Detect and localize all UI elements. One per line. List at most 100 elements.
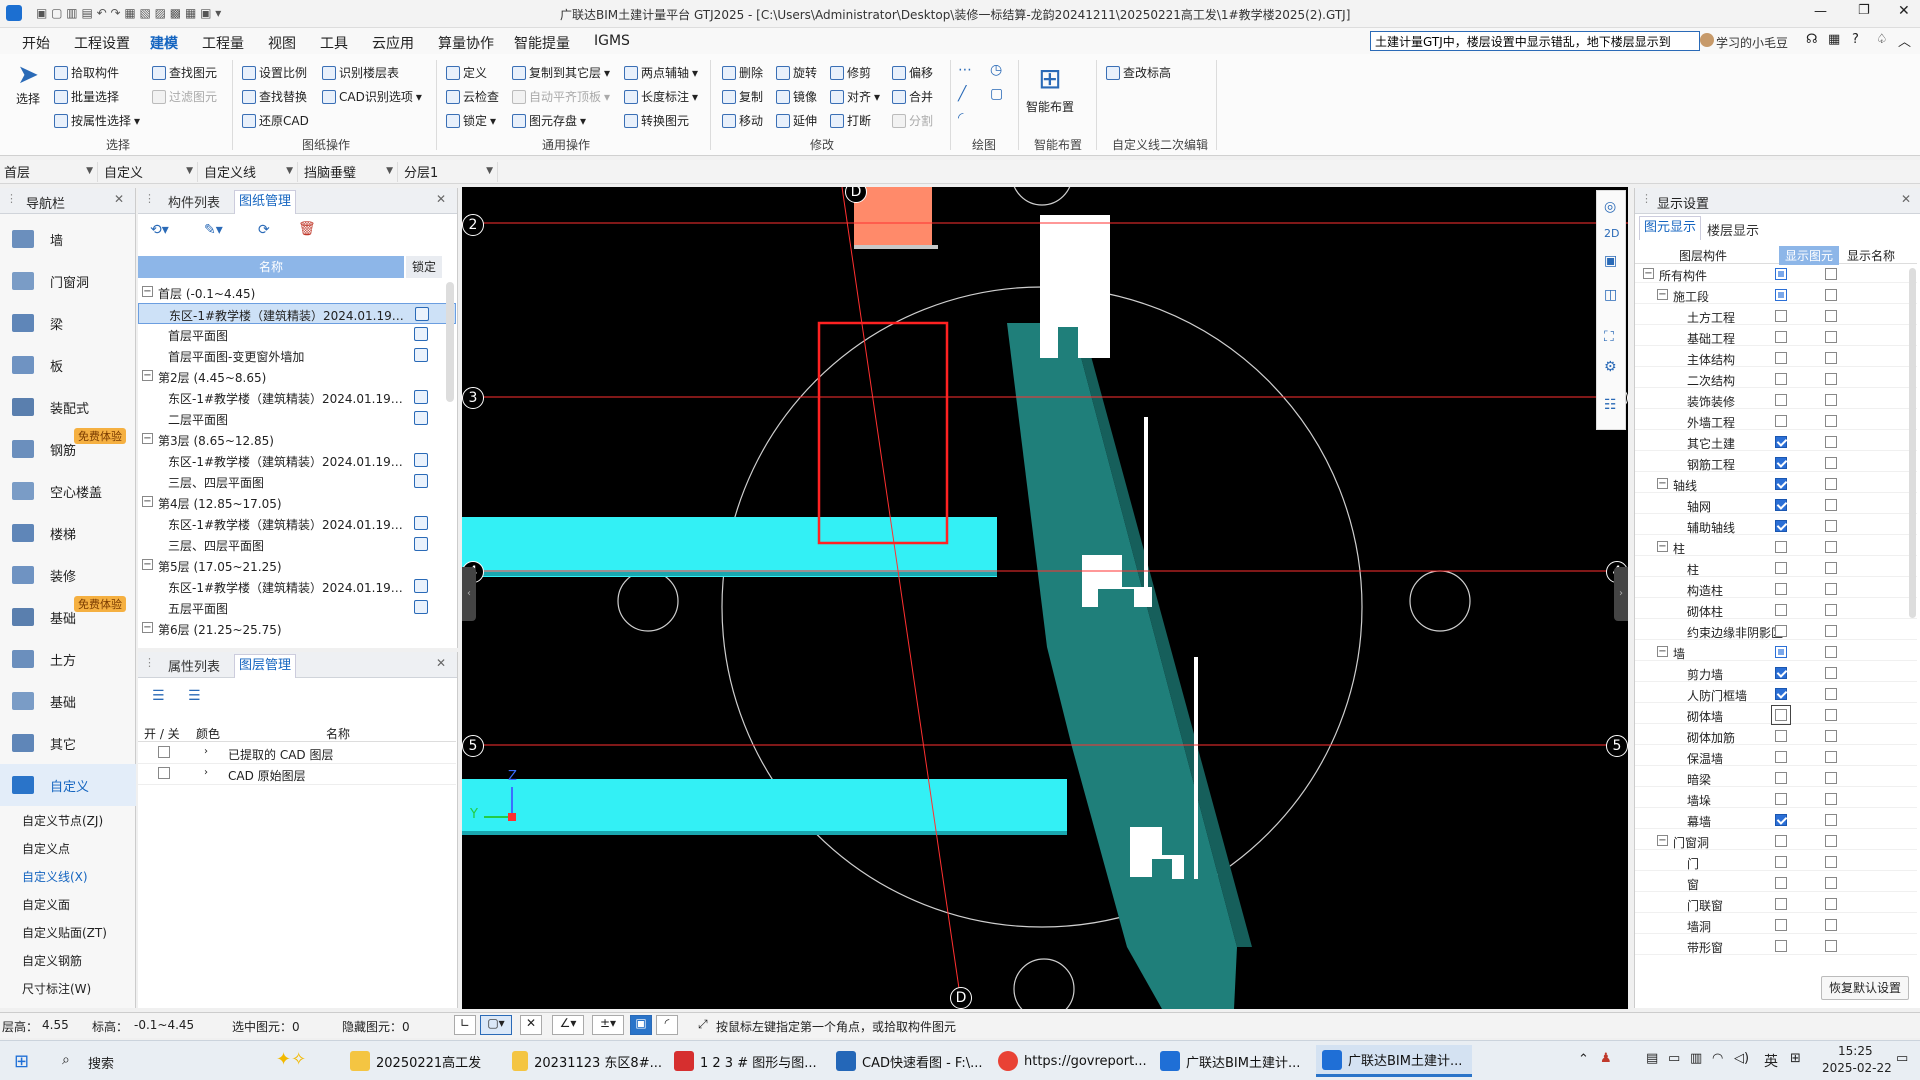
tab-properties[interactable]: 属性列表 <box>168 656 220 675</box>
show-element-checkbox[interactable] <box>1775 310 1787 322</box>
split-button[interactable]: 分割 <box>892 112 933 129</box>
taskbar-cad-viewer[interactable]: CAD快速看图 - F:\... <box>830 1045 986 1077</box>
drag-handle-icon[interactable]: ⋮ <box>144 656 155 669</box>
nav-item-beam[interactable]: 梁 <box>0 302 136 344</box>
collapse-icon[interactable]: − <box>1643 268 1654 279</box>
restore-icon[interactable]: ❐ <box>1858 3 1870 18</box>
batch-select-button[interactable]: 批量选择 <box>54 88 119 105</box>
menu-igms[interactable]: IGMS <box>594 33 630 49</box>
lock-icon[interactable] <box>414 390 428 404</box>
show-element-checkbox[interactable] <box>1775 394 1787 406</box>
tray-wifi-icon[interactable]: ◠ <box>1712 1051 1723 1066</box>
identify-floor-table-button[interactable]: 识别楼层表 <box>322 64 399 81</box>
display-row[interactable]: 墙垛 <box>1635 791 1917 808</box>
type-select[interactable]: 自定义线 ▼ <box>202 162 298 182</box>
show-name-checkbox[interactable] <box>1825 478 1837 490</box>
drawing-row[interactable]: 东区-1#教学楼（建筑精装）2024.01.19_... <box>138 450 456 471</box>
category-select[interactable]: 自定义 ▼ <box>102 162 198 182</box>
tab-floor-display[interactable]: 楼层显示 <box>1707 220 1759 239</box>
lock-icon[interactable] <box>414 453 428 467</box>
show-name-checkbox[interactable] <box>1825 331 1837 343</box>
show-name-checkbox[interactable] <box>1825 394 1837 406</box>
skin-icon[interactable]: ♤ <box>1876 32 1888 47</box>
layer-row[interactable]: › 已提取的 CAD 图层 <box>138 744 456 764</box>
display-row[interactable]: − 柱 <box>1635 539 1917 556</box>
display-row[interactable]: − 墙 <box>1635 644 1917 661</box>
rotate-button[interactable]: 旋转 <box>776 64 817 81</box>
menu-smart-extract[interactable]: 智能提量 <box>514 33 570 53</box>
headset-icon[interactable]: ☊ <box>1806 32 1818 47</box>
select-big-button[interactable]: ➤ 选择 <box>12 60 44 116</box>
show-name-checkbox[interactable] <box>1825 373 1837 385</box>
show-name-checkbox[interactable] <box>1825 730 1837 742</box>
menu-project-settings[interactable]: 工程设置 <box>74 33 130 53</box>
display-row[interactable]: − 轴线 <box>1635 476 1917 493</box>
calendar-icon[interactable]: ▦ <box>1828 32 1840 47</box>
show-element-checkbox[interactable] <box>1775 499 1787 511</box>
floor-select[interactable]: 首层 ▼ <box>2 162 98 182</box>
display-row[interactable]: 外墙工程 <box>1635 413 1917 430</box>
menu-quantity[interactable]: 工程量 <box>202 33 244 53</box>
show-name-checkbox[interactable] <box>1825 772 1837 784</box>
collapse-icon[interactable]: − <box>1657 835 1668 846</box>
cube-view-icon[interactable]: ◫ <box>1604 287 1617 303</box>
menu-start[interactable]: 开始 <box>22 33 50 53</box>
menu-view[interactable]: 视图 <box>268 33 296 53</box>
display-row[interactable]: 砌体柱 <box>1635 602 1917 619</box>
nav-item-rebar[interactable]: 钢筋 免费体验 <box>0 428 136 470</box>
drawing-row[interactable]: 二层平面图 <box>138 408 456 429</box>
show-element-checkbox[interactable] <box>1775 793 1787 805</box>
show-name-checkbox[interactable] <box>1825 877 1837 889</box>
show-name-checkbox[interactable] <box>1825 499 1837 511</box>
layer-toggle-checkbox[interactable] <box>158 767 170 779</box>
show-name-checkbox[interactable] <box>1825 667 1837 679</box>
show-element-checkbox[interactable] <box>1775 373 1787 385</box>
display-row[interactable]: 窗 <box>1635 875 1917 892</box>
pick-component-button[interactable]: 拾取构件 <box>54 64 119 81</box>
drag-handle-icon[interactable]: ⋮ <box>1641 192 1652 205</box>
tab-layer-management[interactable]: 图层管理 <box>234 654 297 678</box>
display-row[interactable]: 主体结构 <box>1635 350 1917 367</box>
nav-item-foundation[interactable]: 基础 <box>0 680 136 722</box>
delete-button[interactable]: 删除 <box>722 64 763 81</box>
move-button[interactable]: 移动 <box>722 112 763 129</box>
display-row[interactable]: − 门窗洞 <box>1635 833 1917 850</box>
2d-view-icon[interactable]: 2D <box>1604 227 1619 240</box>
show-element-checkbox[interactable] <box>1775 457 1787 469</box>
display-row[interactable]: 其它土建 <box>1635 434 1917 451</box>
show-name-checkbox[interactable] <box>1825 268 1837 280</box>
tray-display-icon[interactable]: ▭ <box>1668 1051 1680 1066</box>
collapse-icon[interactable]: − <box>142 559 153 570</box>
display-row[interactable]: 钢筋工程 <box>1635 455 1917 472</box>
show-element-checkbox[interactable] <box>1775 352 1787 364</box>
trim-button[interactable]: 修剪 <box>830 64 871 81</box>
show-element-checkbox[interactable] <box>1775 289 1787 301</box>
floor-group-row[interactable]: − 第2层 (4.45~8.65) <box>138 366 456 387</box>
display-row[interactable]: 装饰装修 <box>1635 392 1917 409</box>
display-row[interactable]: 墙洞 <box>1635 917 1917 934</box>
show-element-checkbox[interactable] <box>1775 541 1787 553</box>
lock-icon[interactable] <box>414 537 428 551</box>
expand-arrow-icon[interactable]: › <box>204 767 208 778</box>
lock-icon[interactable] <box>414 474 428 488</box>
collapse-ribbon-icon[interactable]: ︿ <box>1898 31 1911 50</box>
show-element-checkbox[interactable] <box>1775 856 1787 868</box>
drawing-row[interactable]: 东区-1#教学楼（建筑精装）2024.01.19_... <box>138 513 456 534</box>
snap-angle-icon[interactable]: ∠▾ <box>552 1015 584 1035</box>
draw-arc-icon[interactable]: ◜ <box>958 110 963 126</box>
scrollbar[interactable] <box>1909 268 1916 618</box>
show-element-checkbox[interactable] <box>1775 436 1787 448</box>
display-row[interactable]: 幕墙 <box>1635 812 1917 829</box>
layer-toggle-checkbox[interactable] <box>158 746 170 758</box>
drawing-row[interactable]: 首层平面图-变更窗外墙加 <box>138 345 456 366</box>
snap-curve-icon[interactable]: ◜ <box>656 1015 678 1035</box>
floor-group-row[interactable]: − 第6层 (21.25~25.75) <box>138 618 456 639</box>
display-row[interactable]: 构造柱 <box>1635 581 1917 598</box>
drawing-row[interactable]: 三层、四层平面图 <box>138 471 456 492</box>
lock-button[interactable]: 锁定 ▾ <box>446 112 496 129</box>
show-element-checkbox[interactable] <box>1775 940 1787 952</box>
draw-clock-icon[interactable]: ◷ <box>990 62 1002 78</box>
display-row[interactable]: 约束边缘非阴影区 <box>1635 623 1917 640</box>
nav-item-custom[interactable]: 自定义 <box>0 764 136 806</box>
drawing-viewport[interactable]: D 2 3 3 4 4 5 5 D Y Z ‹ › <box>462 187 1628 1009</box>
